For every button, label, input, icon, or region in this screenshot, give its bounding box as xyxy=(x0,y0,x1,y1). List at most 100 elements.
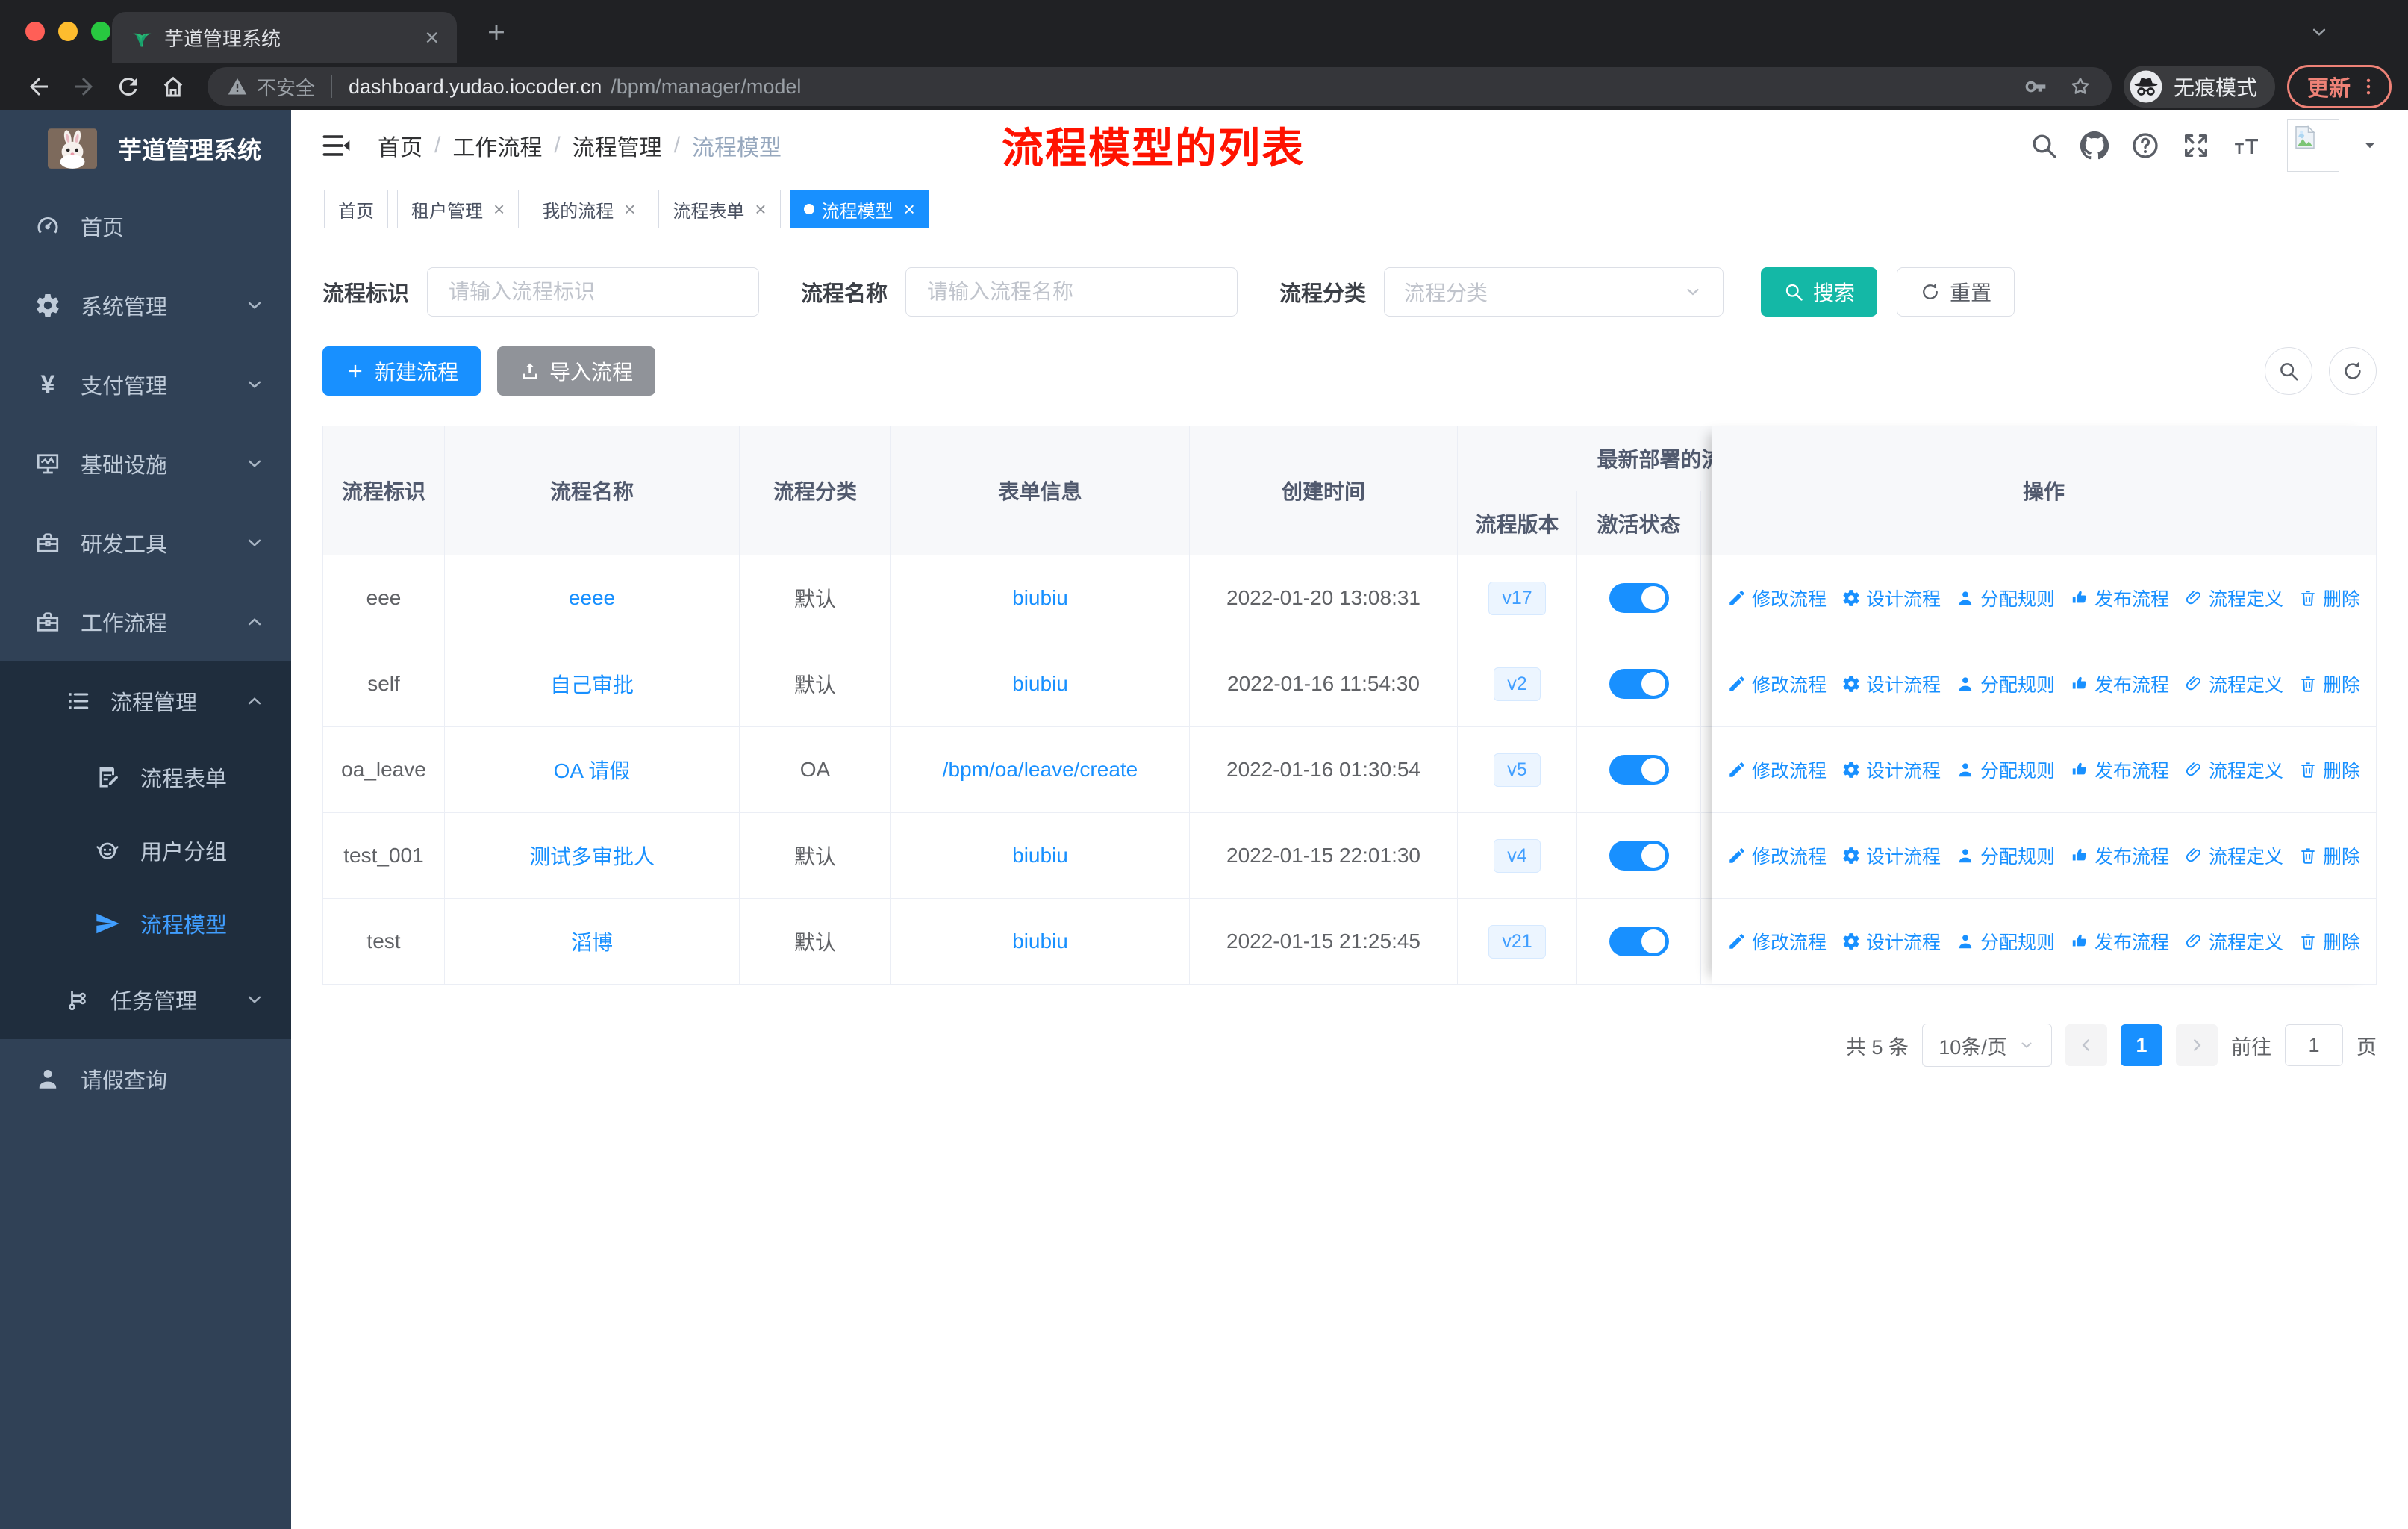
tag-流程模型[interactable]: 流程模型 × xyxy=(789,190,929,228)
action-design[interactable]: 设计流程 xyxy=(1841,585,1941,611)
action-design[interactable]: 设计流程 xyxy=(1841,842,1941,869)
process-key-input[interactable] xyxy=(427,267,760,317)
tag-流程表单[interactable]: 流程表单 × xyxy=(658,190,781,228)
form-link[interactable]: biubiu xyxy=(1012,586,1068,610)
forward-button[interactable] xyxy=(70,73,97,100)
sidebar-item-流程模型[interactable]: 流程模型 xyxy=(0,887,291,960)
action-assign-rules[interactable]: 分配规则 xyxy=(1956,756,2055,783)
tab-search-chevron-icon[interactable] xyxy=(2308,21,2330,43)
avatar[interactable] xyxy=(2287,119,2339,172)
form-link[interactable]: biubiu xyxy=(1012,844,1068,868)
collapse-sidebar-icon[interactable] xyxy=(319,129,352,162)
close-tag-icon[interactable]: × xyxy=(493,199,505,219)
action-delete[interactable]: 删除 xyxy=(2298,756,2360,783)
process-category-select[interactable]: 流程分类 xyxy=(1384,267,1724,317)
action-deploy[interactable]: 发布流程 xyxy=(2070,585,2169,611)
maximize-window-button[interactable] xyxy=(91,22,110,41)
page-size-select[interactable]: 10条/页 xyxy=(1922,1024,2052,1067)
action-deploy[interactable]: 发布流程 xyxy=(2070,842,2169,869)
app-logo-row[interactable]: 芋道管理系统 xyxy=(0,110,291,187)
sidebar-item-流程表单[interactable]: 流程表单 xyxy=(0,741,291,814)
new-tab-button[interactable] xyxy=(484,19,509,45)
model-name-link[interactable]: eeee xyxy=(569,586,615,610)
model-name-link[interactable]: OA 请假 xyxy=(554,755,631,785)
action-modify[interactable]: 修改流程 xyxy=(1727,670,1827,697)
refresh-table-button[interactable] xyxy=(2329,347,2377,395)
action-deploy[interactable]: 发布流程 xyxy=(2070,928,2169,955)
close-tag-icon[interactable]: × xyxy=(904,199,915,219)
sidebar-item-任务管理[interactable]: 任务管理 xyxy=(0,960,291,1039)
browser-tab[interactable]: 芋道管理系统 × xyxy=(112,12,457,63)
sidebar-item-系统管理[interactable]: 系统管理 xyxy=(0,266,291,345)
action-delete[interactable]: 删除 xyxy=(2298,585,2360,611)
model-name-link[interactable]: 滔博 xyxy=(571,927,613,956)
sidebar-item-研发工具[interactable]: 研发工具 xyxy=(0,503,291,582)
breadcrumb-item[interactable]: 流程管理 xyxy=(573,129,662,162)
form-link[interactable]: biubiu xyxy=(1012,929,1068,953)
model-name-link[interactable]: 自己审批 xyxy=(550,669,634,699)
action-assign-rules[interactable]: 分配规则 xyxy=(1956,585,2055,611)
action-deploy[interactable]: 发布流程 xyxy=(2070,670,2169,697)
next-page-button[interactable] xyxy=(2176,1024,2218,1066)
tag-我的流程[interactable]: 我的流程 × xyxy=(528,190,650,228)
menu-kebab-icon[interactable] xyxy=(2358,76,2379,97)
password-key-icon[interactable] xyxy=(2024,75,2047,99)
active-toggle[interactable] xyxy=(1609,755,1669,785)
tag-租户管理[interactable]: 租户管理 × xyxy=(397,190,520,228)
breadcrumb-item[interactable]: 首页 xyxy=(378,129,422,162)
sidebar-item-请假查询[interactable]: 请假查询 xyxy=(0,1039,291,1118)
active-toggle[interactable] xyxy=(1609,669,1669,699)
sidebar-item-流程管理[interactable]: 流程管理 xyxy=(0,661,291,741)
search-icon[interactable] xyxy=(2029,131,2059,161)
action-assign-rules[interactable]: 分配规则 xyxy=(1956,928,2055,955)
action-definition[interactable]: 流程定义 xyxy=(2184,585,2283,611)
browser-update-button[interactable]: 更新 xyxy=(2286,65,2392,108)
goto-page-input[interactable] xyxy=(2285,1024,2343,1066)
bookmark-star-icon[interactable] xyxy=(2068,75,2092,99)
action-delete[interactable]: 删除 xyxy=(2298,842,2360,869)
action-definition[interactable]: 流程定义 xyxy=(2184,842,2283,869)
sidebar-item-用户分组[interactable]: 用户分组 xyxy=(0,814,291,887)
action-modify[interactable]: 修改流程 xyxy=(1727,842,1827,869)
not-secure-warning-icon[interactable] xyxy=(227,76,248,97)
user-menu-caret-icon[interactable] xyxy=(2360,136,2380,155)
back-button[interactable] xyxy=(25,73,52,100)
process-name-input[interactable] xyxy=(905,267,1238,317)
breadcrumb-item[interactable]: 工作流程 xyxy=(452,129,542,162)
action-design[interactable]: 设计流程 xyxy=(1841,928,1941,955)
import-button[interactable]: 导入流程 xyxy=(497,346,656,396)
action-assign-rules[interactable]: 分配规则 xyxy=(1956,670,2055,697)
action-definition[interactable]: 流程定义 xyxy=(2184,670,2283,697)
close-tag-icon[interactable]: × xyxy=(624,199,635,219)
sidebar-item-工作流程[interactable]: 工作流程 xyxy=(0,582,291,661)
action-delete[interactable]: 删除 xyxy=(2298,670,2360,697)
reset-button[interactable]: 重置 xyxy=(1897,267,2015,317)
action-design[interactable]: 设计流程 xyxy=(1841,670,1941,697)
address-bar[interactable]: 不安全 dashboard.yudao.iocoder.cn /bpm/mana… xyxy=(208,67,2112,106)
prev-page-button[interactable] xyxy=(2065,1024,2107,1066)
create-button[interactable]: 新建流程 xyxy=(322,346,481,396)
action-deploy[interactable]: 发布流程 xyxy=(2070,756,2169,783)
home-button[interactable] xyxy=(160,73,187,100)
sidebar-item-基础设施[interactable]: 基础设施 xyxy=(0,424,291,503)
fullscreen-icon[interactable] xyxy=(2181,131,2211,161)
action-design[interactable]: 设计流程 xyxy=(1841,756,1941,783)
sidebar-item-支付管理[interactable]: ¥ 支付管理 xyxy=(0,345,291,424)
close-tab-icon[interactable]: × xyxy=(425,24,439,52)
form-link[interactable]: biubiu xyxy=(1012,672,1068,696)
sidebar-item-首页[interactable]: 首页 xyxy=(0,187,291,266)
active-toggle[interactable] xyxy=(1609,841,1669,871)
current-page-button[interactable]: 1 xyxy=(2121,1024,2162,1066)
action-assign-rules[interactable]: 分配规则 xyxy=(1956,842,2055,869)
action-modify[interactable]: 修改流程 xyxy=(1727,928,1827,955)
help-icon[interactable] xyxy=(2130,131,2160,161)
action-definition[interactable]: 流程定义 xyxy=(2184,756,2283,783)
tag-首页[interactable]: 首页 xyxy=(324,190,388,228)
search-button[interactable]: 搜索 xyxy=(1761,267,1878,317)
close-window-button[interactable] xyxy=(25,22,45,41)
font-size-icon[interactable] xyxy=(2232,131,2266,161)
action-delete[interactable]: 删除 xyxy=(2298,928,2360,955)
close-tag-icon[interactable]: × xyxy=(755,199,766,219)
action-definition[interactable]: 流程定义 xyxy=(2184,928,2283,955)
action-modify[interactable]: 修改流程 xyxy=(1727,585,1827,611)
